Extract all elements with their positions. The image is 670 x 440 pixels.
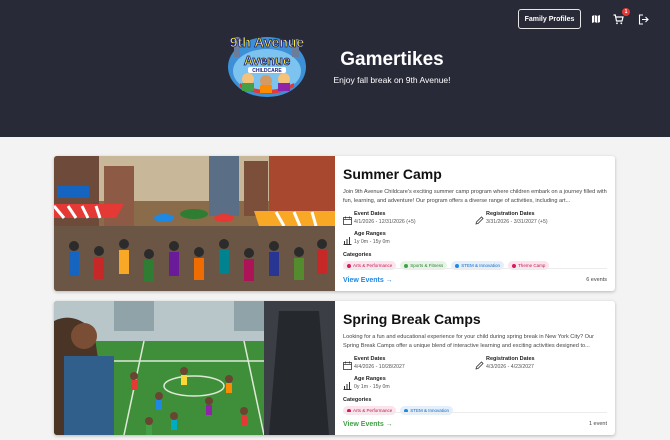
- categories-label: Categories: [343, 252, 372, 258]
- calendar-icon: [343, 212, 352, 225]
- event-dates-label: Event Dates: [354, 211, 386, 217]
- age-ranges-label: Age Ranges: [354, 376, 386, 382]
- spring-break-details: Spring Break Camps Looking for a fun and…: [343, 301, 607, 435]
- event-count: 6 events: [586, 277, 607, 283]
- age-chart-icon: [343, 232, 352, 245]
- event-dates-label: Event Dates: [354, 356, 386, 362]
- summer-camp-details: Summer Camp Join 9th Avenue Childcare's …: [343, 156, 607, 291]
- age-chart-icon: [343, 377, 352, 390]
- event-count: 1 event: [588, 421, 607, 427]
- summer-camp-image: [54, 156, 335, 291]
- registration-dates-label: Registration Dates: [486, 356, 535, 362]
- registration-dates-value: 3/31/2026 - 3/31/2027 (+5): [486, 219, 548, 225]
- pencil-icon: [475, 212, 484, 225]
- childcare-logo: 9th Avenue Avenue CHILDCARE: [226, 27, 308, 99]
- card-title: Summer Camp: [343, 166, 442, 182]
- registration-dates-value: 4/3/2026 - 4/23/2027: [486, 364, 534, 370]
- cart-count-badge: 1: [622, 8, 630, 16]
- cart-icon[interactable]: 1: [611, 8, 630, 26]
- age-ranges-label: Age Ranges: [354, 231, 386, 237]
- registration-dates-label: Registration Dates: [486, 211, 535, 217]
- logout-icon[interactable]: [636, 12, 650, 26]
- view-events-link[interactable]: View Events →: [343, 421, 393, 428]
- card-description: Looking for a fun and educational experi…: [343, 334, 594, 349]
- family-profiles-button[interactable]: Family Profiles: [518, 9, 581, 29]
- site-title: Gamertikes: [340, 49, 444, 70]
- age-ranges-value: 0y 1m - 15y 0m: [354, 384, 390, 390]
- calendar-icon: [343, 357, 352, 370]
- program-card-summer-camp[interactable]: Summer Camp Join 9th Avenue Childcare's …: [54, 156, 615, 291]
- svg-text:CHILDCARE: CHILDCARE: [252, 68, 282, 74]
- event-dates-value: 4/1/2026 - 12/31/2026 (+5): [354, 219, 416, 225]
- age-ranges-value: 1y 0m - 15y 0m: [354, 239, 390, 245]
- map-icon[interactable]: [589, 12, 603, 26]
- card-title: Spring Break Camps: [343, 311, 481, 327]
- svg-text:9th Avenue: 9th Avenue: [230, 34, 305, 50]
- spring-break-image: [54, 301, 335, 435]
- categories-label: Categories: [343, 397, 372, 403]
- site-subtitle: Enjoy fall break on 9th Avenue!: [333, 75, 451, 85]
- pencil-icon: [475, 357, 484, 370]
- program-card-spring-break[interactable]: Spring Break Camps Looking for a fun and…: [54, 301, 615, 435]
- card-description: Join 9th Avenue Childcare's exciting sum…: [343, 189, 607, 204]
- svg-text:Avenue: Avenue: [244, 53, 290, 68]
- view-events-link[interactable]: View Events →: [343, 277, 393, 284]
- header-bar: Family Profiles 1 9th Avenue Avenue CHIL…: [0, 0, 670, 137]
- event-dates-value: 4/4/2026 - 10/28/2027: [354, 364, 405, 370]
